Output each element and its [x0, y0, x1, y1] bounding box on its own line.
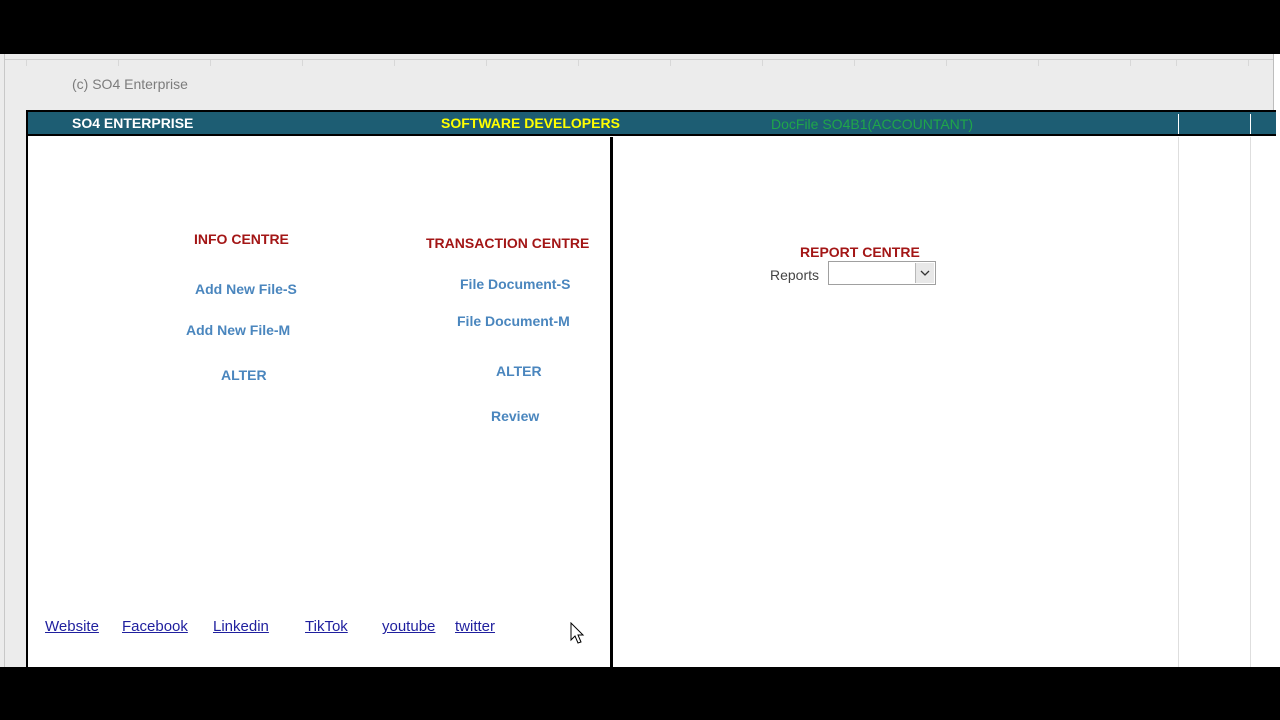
left-panel: INFO CENTRE Add New File-S Add New File-… [28, 137, 612, 667]
column-tick [946, 60, 947, 66]
tagline: SOFTWARE DEVELOPERS [441, 115, 620, 131]
transaction-centre-title: TRANSACTION CENTRE [426, 235, 590, 251]
sheet-top-line [5, 59, 1280, 60]
tiktok-link[interactable]: TikTok [305, 618, 348, 635]
copyright-text: (c) SO4 Enterprise [72, 76, 188, 92]
dashboard: SO4 ENTERPRISE SOFTWARE DEVELOPERS DocFi… [26, 110, 1276, 667]
transaction-alter-button[interactable]: ALTER [496, 363, 542, 379]
spreadsheet-area: (c) SO4 Enterprise SO4 ENTERPRISE SOFTWA… [0, 54, 1280, 667]
reports-dropdown-button[interactable] [915, 263, 934, 283]
column-tick [1176, 60, 1177, 66]
review-button[interactable]: Review [491, 408, 539, 424]
column-tick [762, 60, 763, 66]
column-tick [26, 60, 27, 66]
header-divider [1178, 114, 1179, 134]
right-panel: REPORT CENTRE Reports [612, 137, 1277, 667]
column-tick [486, 60, 487, 66]
column-tick [854, 60, 855, 66]
facebook-link[interactable]: Facebook [122, 618, 188, 635]
report-centre-title: REPORT CENTRE [800, 244, 920, 260]
add-new-file-m-button[interactable]: Add New File-M [186, 322, 290, 338]
chevron-down-icon [920, 270, 930, 276]
header-divider [1250, 114, 1251, 134]
info-alter-button[interactable]: ALTER [221, 367, 267, 383]
header-band: SO4 ENTERPRISE SOFTWARE DEVELOPERS DocFi… [28, 110, 1276, 136]
column-tick [118, 60, 119, 66]
info-centre-title: INFO CENTRE [194, 231, 289, 247]
column-tick [670, 60, 671, 66]
youtube-link[interactable]: youtube [382, 618, 435, 635]
reports-label: Reports [770, 267, 820, 283]
mouse-pointer-icon [570, 622, 585, 644]
website-link[interactable]: Website [45, 618, 99, 635]
add-new-file-s-button[interactable]: Add New File-S [195, 281, 297, 297]
company-name: SO4 ENTERPRISE [72, 115, 194, 131]
file-document-s-button[interactable]: File Document-S [460, 276, 570, 292]
docfile-title: DocFile SO4B1(ACCOUNTANT) [771, 116, 973, 132]
column-tick [302, 60, 303, 66]
column-tick [210, 60, 211, 66]
twitter-link[interactable]: twitter [455, 618, 495, 635]
grid-line [1178, 137, 1179, 667]
linkedin-link[interactable]: Linkedin [213, 618, 269, 635]
bottom-letterbox [0, 667, 1280, 720]
reports-dropdown[interactable] [828, 261, 936, 285]
column-tick [1248, 60, 1249, 66]
column-tick [1038, 60, 1039, 66]
sheet-left-edge [4, 54, 5, 667]
file-document-m-button[interactable]: File Document-M [457, 313, 570, 329]
top-letterbox [0, 0, 1280, 54]
column-tick [578, 60, 579, 66]
grid-line [1250, 137, 1251, 667]
column-tick [394, 60, 395, 66]
column-tick [1130, 60, 1131, 66]
